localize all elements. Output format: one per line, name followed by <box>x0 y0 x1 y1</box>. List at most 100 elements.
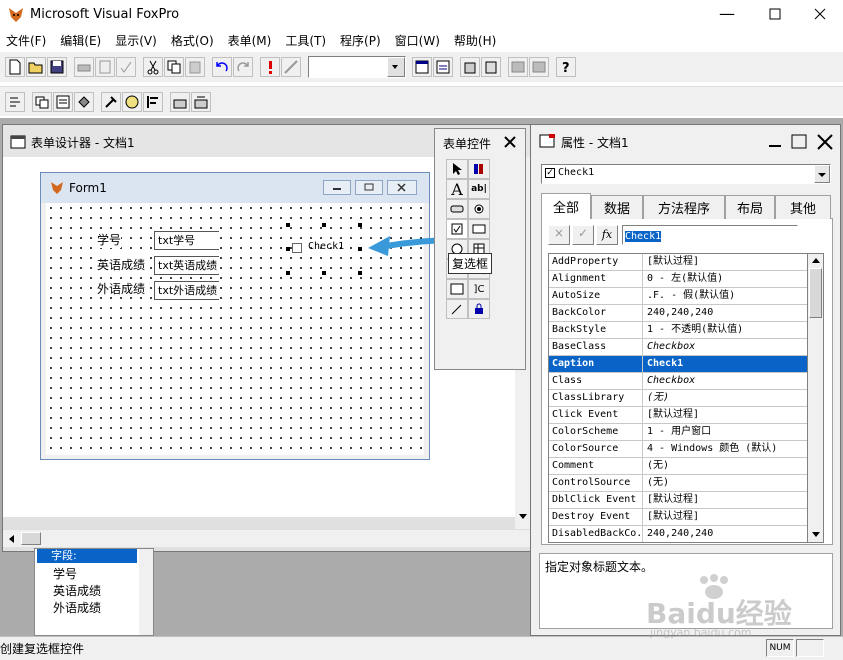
accept-edit-button[interactable]: ✓ <box>572 225 594 245</box>
select-pointer-tool[interactable] <box>446 159 468 179</box>
run-button[interactable] <box>260 57 280 77</box>
label-foreign-score[interactable]: 外语成绩 <box>97 280 146 297</box>
view-classes-tool[interactable] <box>468 159 490 179</box>
menu-item[interactable]: 编辑(E) <box>60 32 101 49</box>
redo-button[interactable] <box>233 57 253 77</box>
property-row[interactable]: BackStyle 1 - 不透明(默认值) <box>549 322 807 339</box>
copy-button[interactable] <box>164 57 184 77</box>
checkbox-check1[interactable]: Check1 <box>286 223 362 275</box>
property-row[interactable]: ClassLibrary (无) <box>549 390 807 407</box>
menu-item[interactable]: 帮助(H) <box>454 32 496 49</box>
property-value-input[interactable]: Check1 <box>622 225 798 245</box>
data-environment-button[interactable] <box>32 91 52 112</box>
paste-button[interactable] <box>185 57 205 77</box>
textbox-tool[interactable]: ab| <box>468 179 490 199</box>
properties-window-button[interactable] <box>53 91 73 112</box>
property-row[interactable]: DisabledBackCo. 240,240,240 <box>549 526 807 542</box>
data-session-button[interactable] <box>433 57 453 77</box>
cancel-edit-button[interactable]: × <box>548 225 570 245</box>
textbox-student-id[interactable]: txt学号 <box>154 231 219 250</box>
properties-minimize-button[interactable] <box>765 133 785 151</box>
menu-item[interactable]: 文件(F) <box>6 32 46 49</box>
close-button[interactable] <box>805 4 835 24</box>
autoformat-button[interactable] <box>191 91 211 112</box>
color-palette-button[interactable] <box>122 91 142 112</box>
checkbox-box[interactable] <box>292 243 302 253</box>
modify-button[interactable] <box>281 57 301 77</box>
field-item[interactable]: 学号 <box>53 565 77 582</box>
property-row[interactable]: ControlSource (无) <box>549 475 807 492</box>
expression-builder-button[interactable]: fx <box>596 225 618 245</box>
property-row[interactable]: ColorScheme 1 - 用户窗口 <box>549 424 807 441</box>
auto-report-button[interactable] <box>529 57 549 77</box>
scroll-thumb[interactable] <box>21 532 41 545</box>
spelling-button[interactable] <box>116 57 136 77</box>
form1-minimize-button[interactable] <box>323 180 351 195</box>
label-student-id[interactable]: 学号 <box>97 231 122 248</box>
help-button[interactable]: ? <box>556 57 576 77</box>
property-row[interactable]: Class Checkbox <box>549 373 807 390</box>
menu-item[interactable]: 显示(V) <box>115 32 157 49</box>
label-english-score[interactable]: 英语成绩 <box>97 256 146 273</box>
property-row[interactable]: AddProperty [默认过程] <box>549 254 807 271</box>
tab-order-button[interactable] <box>5 91 25 112</box>
command-button-tool[interactable] <box>446 199 468 219</box>
layout-toolbar-button[interactable] <box>143 91 163 112</box>
properties-close-button[interactable] <box>815 133 835 151</box>
textbox-english-score[interactable]: txt英语成绩 <box>154 256 219 275</box>
properties-grid[interactable]: AddProperty [默认过程] Alignment 0 - 左(默认值) Auto… <box>548 253 808 543</box>
menu-item[interactable]: 格式(O) <box>171 32 214 49</box>
properties-maximize-button[interactable] <box>789 133 809 151</box>
property-row[interactable]: Click Event [默认过程] <box>549 407 807 424</box>
database-combo[interactable] <box>308 56 406 78</box>
label-tool[interactable]: A <box>446 179 468 199</box>
property-row[interactable]: Caption Check1 <box>549 356 807 373</box>
property-row[interactable]: Alignment 0 - 左(默认值) <box>549 271 807 288</box>
property-row[interactable]: AutoSize .F. - 假(默认值) <box>549 288 807 305</box>
form-wizard-button[interactable] <box>460 57 480 77</box>
object-dropdown-button[interactable] <box>814 165 830 183</box>
auto-form-button[interactable] <box>508 57 528 77</box>
command-window-button[interactable] <box>412 57 432 77</box>
tab-other[interactable]: 其他 <box>775 195 831 219</box>
selection-handle[interactable] <box>286 247 290 251</box>
selection-handle[interactable] <box>358 223 362 227</box>
print-button[interactable] <box>74 57 94 77</box>
checkbox-tool[interactable] <box>446 219 468 239</box>
selection-handle[interactable] <box>358 271 362 275</box>
tab-all[interactable]: 全部 <box>541 193 591 219</box>
property-row[interactable]: Destroy Event [默认过程] <box>549 509 807 526</box>
data-env-scrollbar[interactable] <box>139 549 153 635</box>
option-group-tool[interactable] <box>468 199 490 219</box>
scroll-left-arrow-icon[interactable] <box>7 534 17 544</box>
menu-item[interactable]: 程序(P) <box>340 32 381 49</box>
builder-lock-tool[interactable] <box>446 299 468 319</box>
maximize-button[interactable] <box>760 4 790 24</box>
form1-close-button[interactable] <box>387 180 417 195</box>
combo-arrow-button[interactable] <box>387 57 405 77</box>
cut-button[interactable] <box>143 57 163 77</box>
selection-handle[interactable] <box>322 271 326 275</box>
menu-item[interactable]: 窗口(W) <box>395 32 440 49</box>
preview-button[interactable] <box>95 57 115 77</box>
separator-tool[interactable]: ]C <box>468 279 490 299</box>
textbox-foreign-score[interactable]: txt外语成绩 <box>154 281 219 300</box>
selection-handle[interactable] <box>286 223 290 227</box>
menu-item[interactable]: 表单(M) <box>228 32 272 49</box>
property-row[interactable]: DblClick Event [默认过程] <box>549 492 807 509</box>
form1-maximize-button[interactable] <box>355 180 383 195</box>
minimize-button[interactable]: — <box>712 4 742 24</box>
selection-handle[interactable] <box>286 271 290 275</box>
report-wizard-button[interactable] <box>481 57 501 77</box>
tab-layout[interactable]: 布局 <box>725 195 775 219</box>
scroll-down-arrow-icon[interactable] <box>811 529 821 539</box>
new-button[interactable] <box>5 57 25 77</box>
tab-data[interactable]: 数据 <box>591 195 643 219</box>
undo-button[interactable] <box>212 57 232 77</box>
menu-item[interactable]: 工具(T) <box>285 32 326 49</box>
field-item[interactable]: 英语成绩 <box>53 582 101 599</box>
property-row[interactable]: BaseClass Checkbox <box>549 339 807 356</box>
selection-handle[interactable] <box>322 223 326 227</box>
container-tool[interactable] <box>446 279 468 299</box>
close-icon[interactable] <box>503 135 517 149</box>
